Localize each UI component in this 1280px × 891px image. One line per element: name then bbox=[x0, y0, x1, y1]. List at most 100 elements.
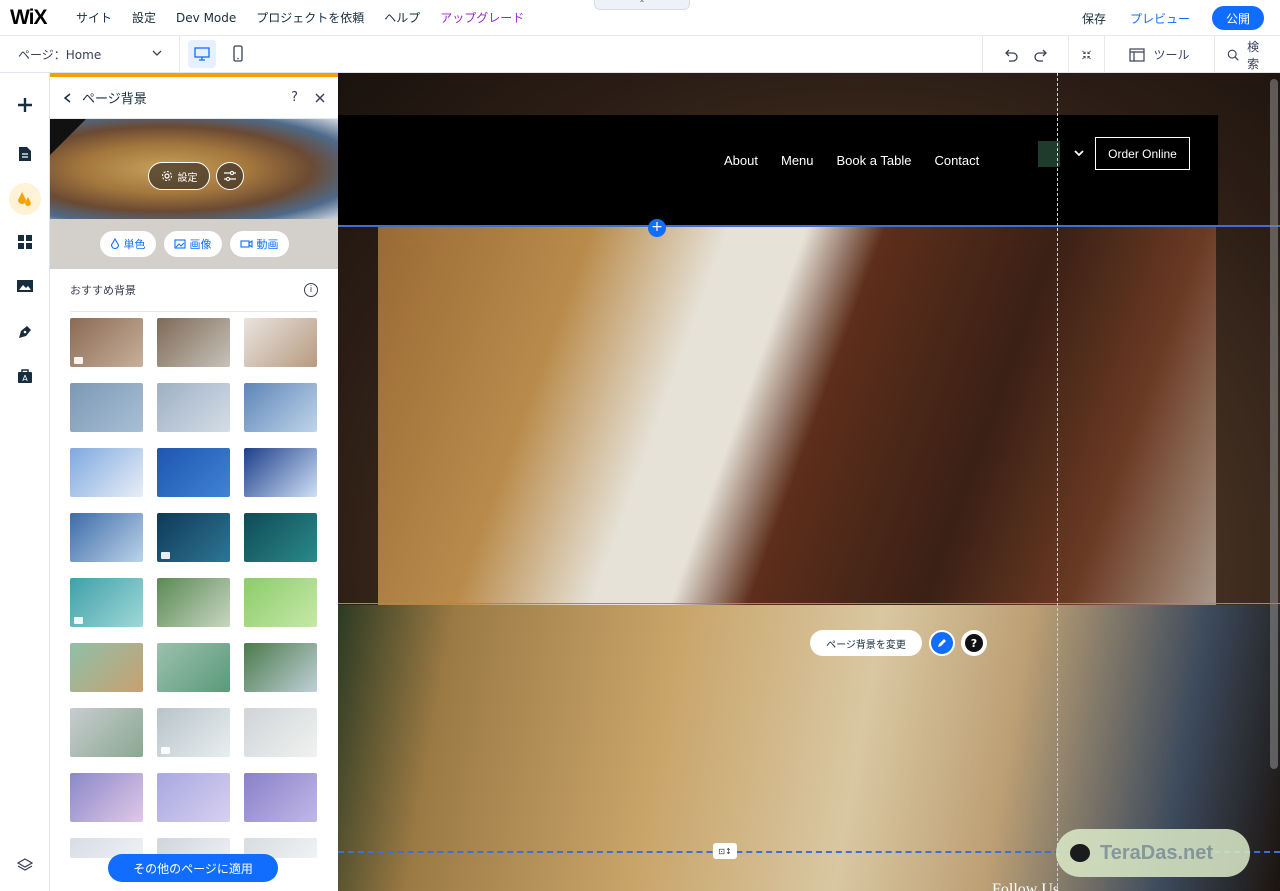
apps-grid-icon bbox=[18, 235, 32, 249]
undo-icon[interactable] bbox=[1003, 47, 1019, 63]
background-thumbnail[interactable] bbox=[157, 383, 230, 432]
order-online-button[interactable]: Order Online bbox=[1095, 137, 1190, 170]
stretch-handle[interactable]: ⊡↕ bbox=[713, 843, 737, 859]
background-thumbnail[interactable] bbox=[244, 643, 317, 692]
layers-icon bbox=[17, 858, 33, 871]
close-icon[interactable] bbox=[314, 92, 326, 104]
background-thumbnail[interactable] bbox=[157, 318, 230, 367]
pages-menu-button[interactable] bbox=[9, 138, 41, 170]
collapse-arrows-icon bbox=[1082, 50, 1091, 59]
panel-header: ページ背景 ? bbox=[50, 77, 338, 119]
mobile-view-button[interactable] bbox=[224, 40, 252, 68]
color-type-button[interactable]: 単色 bbox=[99, 231, 156, 257]
background-thumbnail[interactable] bbox=[244, 318, 317, 367]
tools-button[interactable]: ツール bbox=[1104, 36, 1214, 73]
nav-menu[interactable]: Menu bbox=[781, 153, 814, 168]
site-header[interactable] bbox=[338, 115, 1218, 225]
change-background-button[interactable]: ページ背景を変更 bbox=[810, 630, 922, 656]
undo-redo-group bbox=[982, 36, 1068, 73]
layers-button[interactable] bbox=[9, 849, 41, 881]
business-button[interactable]: A bbox=[9, 360, 41, 392]
mobile-icon bbox=[233, 45, 243, 62]
background-thumbnail[interactable] bbox=[70, 643, 143, 692]
background-thumbnail[interactable] bbox=[157, 773, 230, 822]
menu-hire-professional[interactable]: プロジェクトを依頼 bbox=[256, 9, 364, 26]
menu-site[interactable]: サイト bbox=[76, 9, 112, 26]
drop-icon bbox=[110, 238, 119, 250]
menu-help[interactable]: ヘルプ bbox=[384, 9, 420, 26]
nav-book-table[interactable]: Book a Table bbox=[837, 153, 912, 168]
add-elements-button[interactable] bbox=[9, 89, 41, 121]
editor-canvas[interactable]: About Menu Book a Table Contact Order On… bbox=[338, 73, 1280, 891]
nav-about[interactable]: About bbox=[724, 153, 758, 168]
background-thumbnail[interactable] bbox=[244, 383, 317, 432]
background-thumbnail[interactable] bbox=[70, 383, 143, 432]
settings-label: 設定 bbox=[177, 172, 198, 184]
background-help-button[interactable]: ? bbox=[961, 630, 987, 656]
pen-nib-icon bbox=[19, 326, 31, 338]
background-type-buttons: 単色 画像 動画 bbox=[50, 219, 338, 269]
background-thumbnail[interactable] bbox=[244, 448, 317, 497]
current-background-preview[interactable]: 設定 単色 画像 動画 bbox=[50, 119, 338, 269]
nav-contact[interactable]: Contact bbox=[934, 153, 979, 168]
menu-settings[interactable]: 設定 bbox=[132, 9, 156, 26]
background-settings-button[interactable]: 設定 bbox=[148, 162, 210, 190]
background-thumbnail[interactable] bbox=[244, 578, 317, 627]
panel-help-button[interactable]: ? bbox=[291, 90, 298, 105]
background-thumbnail[interactable] bbox=[244, 773, 317, 822]
recommended-title: おすすめ背景 bbox=[70, 284, 136, 297]
zoom-out-button[interactable] bbox=[1068, 36, 1104, 73]
blog-button[interactable] bbox=[9, 316, 41, 348]
background-thumbnail[interactable] bbox=[157, 513, 230, 562]
add-section-button[interactable]: + bbox=[648, 219, 666, 237]
background-thumbnail[interactable] bbox=[244, 513, 317, 562]
wix-logo[interactable]: WiX bbox=[10, 6, 62, 30]
canvas-scrollbar[interactable] bbox=[1270, 79, 1278, 769]
image-type-button[interactable]: 画像 bbox=[163, 231, 222, 257]
help-icon: ? bbox=[965, 634, 983, 652]
background-thumbnail[interactable] bbox=[70, 578, 143, 627]
search-button[interactable]: 検索 bbox=[1214, 36, 1280, 73]
background-thumbnail[interactable] bbox=[70, 448, 143, 497]
panel-title: ページ背景 bbox=[82, 92, 147, 107]
background-thumbnail[interactable] bbox=[244, 708, 317, 757]
search-label: 検索 bbox=[1247, 39, 1260, 71]
menu-dev-mode[interactable]: Dev Mode bbox=[176, 11, 236, 25]
background-thumbnail[interactable] bbox=[157, 643, 230, 692]
chevron-down-icon bbox=[152, 50, 162, 56]
background-thumbnail[interactable] bbox=[70, 773, 143, 822]
desktop-view-button[interactable] bbox=[188, 40, 216, 68]
search-icon bbox=[1227, 49, 1239, 61]
hero-strip-image[interactable] bbox=[378, 227, 1216, 605]
save-button[interactable]: 保存 bbox=[1082, 10, 1106, 27]
chat-widget[interactable]: TeraDas.net bbox=[1056, 829, 1250, 877]
site-nav: About Menu Book a Table Contact bbox=[724, 153, 1002, 168]
adjust-button[interactable] bbox=[216, 162, 244, 190]
back-arrow-icon[interactable] bbox=[62, 92, 74, 104]
apps-button[interactable] bbox=[9, 226, 41, 258]
pencil-icon bbox=[938, 639, 946, 647]
background-thumbnail[interactable] bbox=[157, 708, 230, 757]
menu-upgrade[interactable]: アップグレード bbox=[440, 9, 524, 26]
redo-icon[interactable] bbox=[1033, 47, 1049, 63]
page-selector[interactable]: ページ：Home bbox=[0, 35, 180, 73]
info-icon[interactable]: i bbox=[304, 283, 318, 297]
chevron-down-icon[interactable] bbox=[1073, 147, 1085, 159]
video-camera-icon bbox=[239, 239, 253, 249]
collapse-topbar-button[interactable]: ⌃ bbox=[594, 0, 690, 10]
apply-to-other-pages-button[interactable]: その他のページに適用 bbox=[108, 854, 278, 882]
publish-button[interactable]: 公開 bbox=[1212, 6, 1264, 30]
video-badge-icon bbox=[74, 617, 83, 624]
background-thumbnail[interactable] bbox=[157, 448, 230, 497]
design-button[interactable] bbox=[9, 183, 41, 215]
media-button[interactable] bbox=[9, 270, 41, 302]
background-thumbnail[interactable] bbox=[157, 578, 230, 627]
background-thumbnail[interactable] bbox=[70, 318, 143, 367]
preview-button[interactable]: プレビュー bbox=[1130, 10, 1190, 27]
video-type-button[interactable]: 動画 bbox=[229, 231, 289, 257]
background-thumbnail[interactable] bbox=[70, 513, 143, 562]
background-thumbnail[interactable] bbox=[70, 708, 143, 757]
image-icon bbox=[173, 239, 186, 249]
edit-background-button[interactable] bbox=[929, 630, 955, 656]
video-badge-icon bbox=[74, 357, 83, 364]
